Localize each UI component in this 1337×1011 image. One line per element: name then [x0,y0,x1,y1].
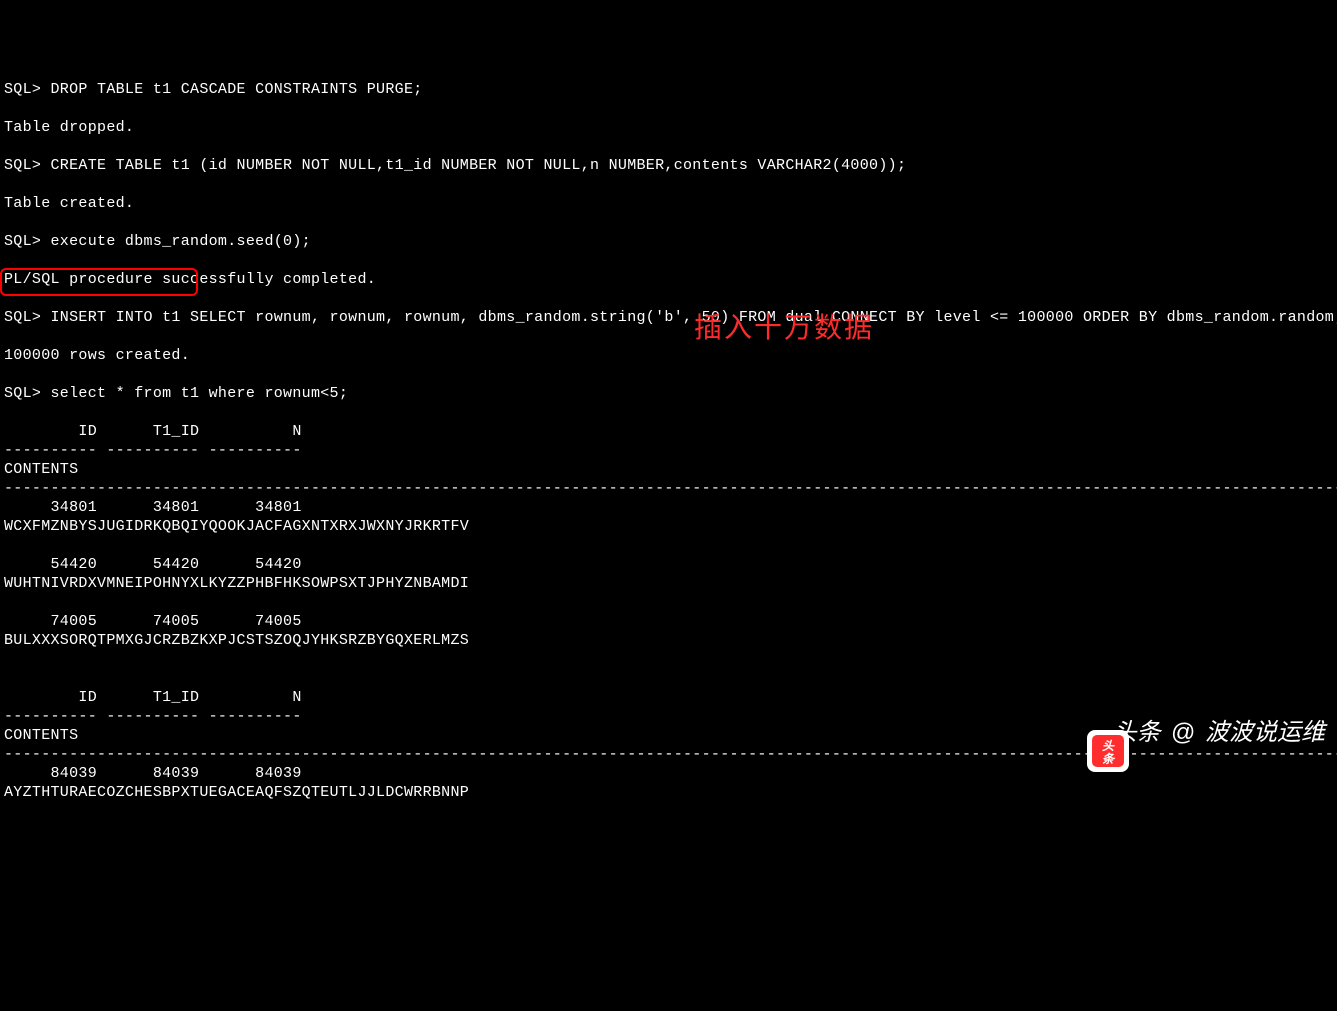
column-header: ID T1_ID N [4,688,1333,707]
column-rule: ---------- ---------- ---------- [4,441,1333,460]
row-numbers: 74005 74005 74005 [4,612,1333,631]
blank-line [4,593,1333,612]
blank-line [4,137,1333,156]
sql-command: SQL> CREATE TABLE t1 (id NUMBER NOT NULL… [4,156,1333,175]
blank-line [4,327,1333,346]
column-header: ID T1_ID N [4,422,1333,441]
watermark-name: 波波说运维 [1205,723,1325,742]
blank-line [4,365,1333,384]
blank-line [4,802,1333,821]
row-contents: WUHTNIVRDXVMNEIPOHNYXLKYZZPHBFHKSOWPSXTJ… [4,574,1333,593]
contents-rule: ----------------------------------------… [4,479,1333,498]
watermark: 头 条 头条 @波波说运维 [1061,711,1325,753]
blank-line [4,536,1333,555]
blank-line [4,251,1333,270]
sql-command: SQL> execute dbms_random.seed(0); [4,232,1333,251]
blank-line [4,669,1333,688]
annotation-label: 插入十万数据 [694,318,874,337]
sql-output: Table dropped. [4,118,1333,137]
toutiao-logo-icon: 头 条 [1061,711,1103,753]
row-numbers: 84039 84039 84039 [4,764,1333,783]
row-numbers: 54420 54420 54420 [4,555,1333,574]
terminal-output: SQL> DROP TABLE t1 CASCADE CONSTRAINTS P… [4,80,1333,821]
sql-output: Table created. [4,194,1333,213]
sql-command: SQL> INSERT INTO t1 SELECT rownum, rownu… [4,308,1333,327]
row-contents: WCXFMZNBYSJUGIDRKQBQIYQOOKJACFAGXNTXRXJW… [4,517,1333,536]
sql-command: SQL> select * from t1 where rownum<5; [4,384,1333,403]
watermark-at: @ [1171,723,1195,742]
row-contents: AYZTHTURAECOZCHESBPXTUEGACEAQFSZQTEUTLJJ… [4,783,1333,802]
svg-text:头: 头 [1102,739,1115,753]
sql-command: SQL> DROP TABLE t1 CASCADE CONSTRAINTS P… [4,80,1333,99]
svg-text:条: 条 [1102,752,1116,766]
sql-output: 100000 rows created. [4,346,1333,365]
blank-line [4,175,1333,194]
sql-output: PL/SQL procedure successfully completed. [4,270,1333,289]
row-contents: BULXXXSORQTPMXGJCRZBZKXPJCSTSZOQJYHKSRZB… [4,631,1333,650]
contents-header: CONTENTS [4,460,1333,479]
blank-line [4,403,1333,422]
blank-line [4,650,1333,669]
blank-line [4,289,1333,308]
row-numbers: 34801 34801 34801 [4,498,1333,517]
blank-line [4,213,1333,232]
blank-line [4,99,1333,118]
